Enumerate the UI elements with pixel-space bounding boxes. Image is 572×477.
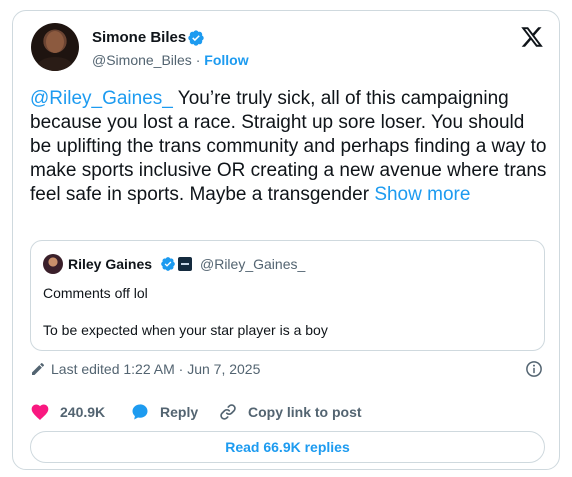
quoted-author-name: Riley Gaines [68, 256, 153, 272]
follow-link[interactable]: Follow [204, 52, 248, 68]
like-button[interactable]: 240.9K [30, 401, 105, 423]
author-avatar[interactable] [31, 23, 79, 71]
x-logo-icon[interactable] [520, 25, 544, 49]
copy-link-label: Copy link to post [248, 404, 362, 420]
action-bar: 240.9K Reply Copy link to post [30, 401, 550, 423]
tweet-text: @Riley_Gaines_ You’re truly sick, all of… [30, 87, 550, 207]
quoted-text-line1: Comments off lol [43, 285, 148, 301]
reply-button[interactable]: Reply [130, 401, 198, 423]
quoted-text-line2: To be expected when your star player is … [43, 322, 328, 338]
copy-link-button[interactable]: Copy link to post [218, 401, 362, 423]
avatar-shoulders [37, 57, 73, 71]
quoted-tweet[interactable]: Riley Gaines @Riley_Gaines_ Comments off… [30, 240, 545, 351]
tweet-card: Simone Biles @Simone_Biles · Follow @Ril… [12, 10, 560, 470]
link-icon [220, 404, 236, 420]
reply-bubble-icon [132, 404, 148, 420]
info-icon[interactable] [525, 360, 543, 378]
like-count: 240.9K [60, 404, 106, 420]
author-handle-row: @Simone_Biles · Follow [92, 52, 249, 68]
affiliate-badge-icon [178, 257, 192, 271]
last-edited-row[interactable]: Last edited 1:22 AM · Jun 7, 2025 [30, 361, 260, 377]
verified-badge-icon [188, 30, 204, 46]
quoted-author-handle: @Riley_Gaines_ [200, 256, 306, 272]
avatar-face [46, 31, 64, 53]
tweet-mention-link[interactable]: @Riley_Gaines_ [30, 88, 173, 109]
last-edited-text: Last edited 1:22 AM · Jun 7, 2025 [51, 361, 261, 377]
show-more-link[interactable]: Show more [374, 184, 470, 205]
handle-separator: · [195, 52, 201, 68]
read-replies-button[interactable]: Read 66.9K replies [30, 431, 545, 463]
pencil-icon [32, 362, 45, 375]
verified-badge-icon [161, 257, 175, 271]
author-handle[interactable]: @Simone_Biles [92, 52, 192, 68]
heart-icon [31, 404, 49, 420]
reply-label: Reply [160, 404, 199, 420]
quoted-author-avatar [43, 254, 63, 274]
author-display-name[interactable]: Simone Biles [92, 29, 186, 46]
